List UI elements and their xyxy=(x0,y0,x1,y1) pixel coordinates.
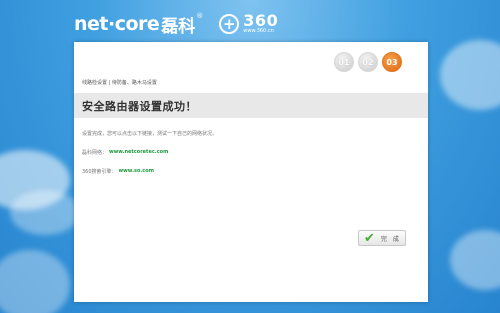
cloud-decoration xyxy=(0,250,70,313)
partner-name: 360 xyxy=(243,11,279,30)
description-text: 设置完成，您可以点击以下链接，测试一下自己的网络状况。 xyxy=(82,131,218,137)
cloud-decoration xyxy=(10,190,80,235)
title-bar: 安全路由器设置成功！ xyxy=(74,93,428,118)
plus-circle-icon: + xyxy=(219,14,240,34)
link-row-so: 360搜索引擎： www.so.com xyxy=(82,168,154,175)
netcore-logo-cn: 磊科 xyxy=(161,16,196,37)
so-link[interactable]: www.so.com xyxy=(119,168,154,175)
wizard-panel: 01 02 03 线路检设置 | 待防备、路木马设置 安全路由器设置成功！ 设置… xyxy=(74,42,428,302)
finish-button-label: 完 成 xyxy=(380,235,401,243)
check-icon: ✔ xyxy=(364,230,375,246)
link-row-netcore: 磊科网络： www.netcoretec.com xyxy=(82,149,168,156)
breadcrumb: 线路检设置 | 待防备、路木马设置 xyxy=(82,80,157,86)
step-indicator: 01 02 03 xyxy=(330,52,402,72)
header-logos: net·core 磊科 ® + 360 www.360.cn xyxy=(74,10,278,38)
cloud-decoration xyxy=(440,40,500,110)
link-label: 磊科网络： xyxy=(82,150,108,156)
partner-logo-360: + 360 www.360.cn xyxy=(219,13,278,35)
netcore-link[interactable]: www.netcoretec.com xyxy=(109,149,168,156)
finish-button[interactable]: ✔ 完 成 xyxy=(358,230,406,246)
netcore-logo: net·core xyxy=(74,13,160,35)
step-2: 02 xyxy=(358,52,378,72)
partner-url: www.360.cn xyxy=(243,28,274,34)
page-title: 安全路由器设置成功！ xyxy=(82,99,197,113)
step-1: 01 xyxy=(334,52,354,72)
cloud-decoration xyxy=(450,230,500,290)
step-3-active: 03 xyxy=(382,52,402,72)
registered-mark: ® xyxy=(196,12,204,20)
link-label: 360搜索引擎： xyxy=(82,169,117,175)
